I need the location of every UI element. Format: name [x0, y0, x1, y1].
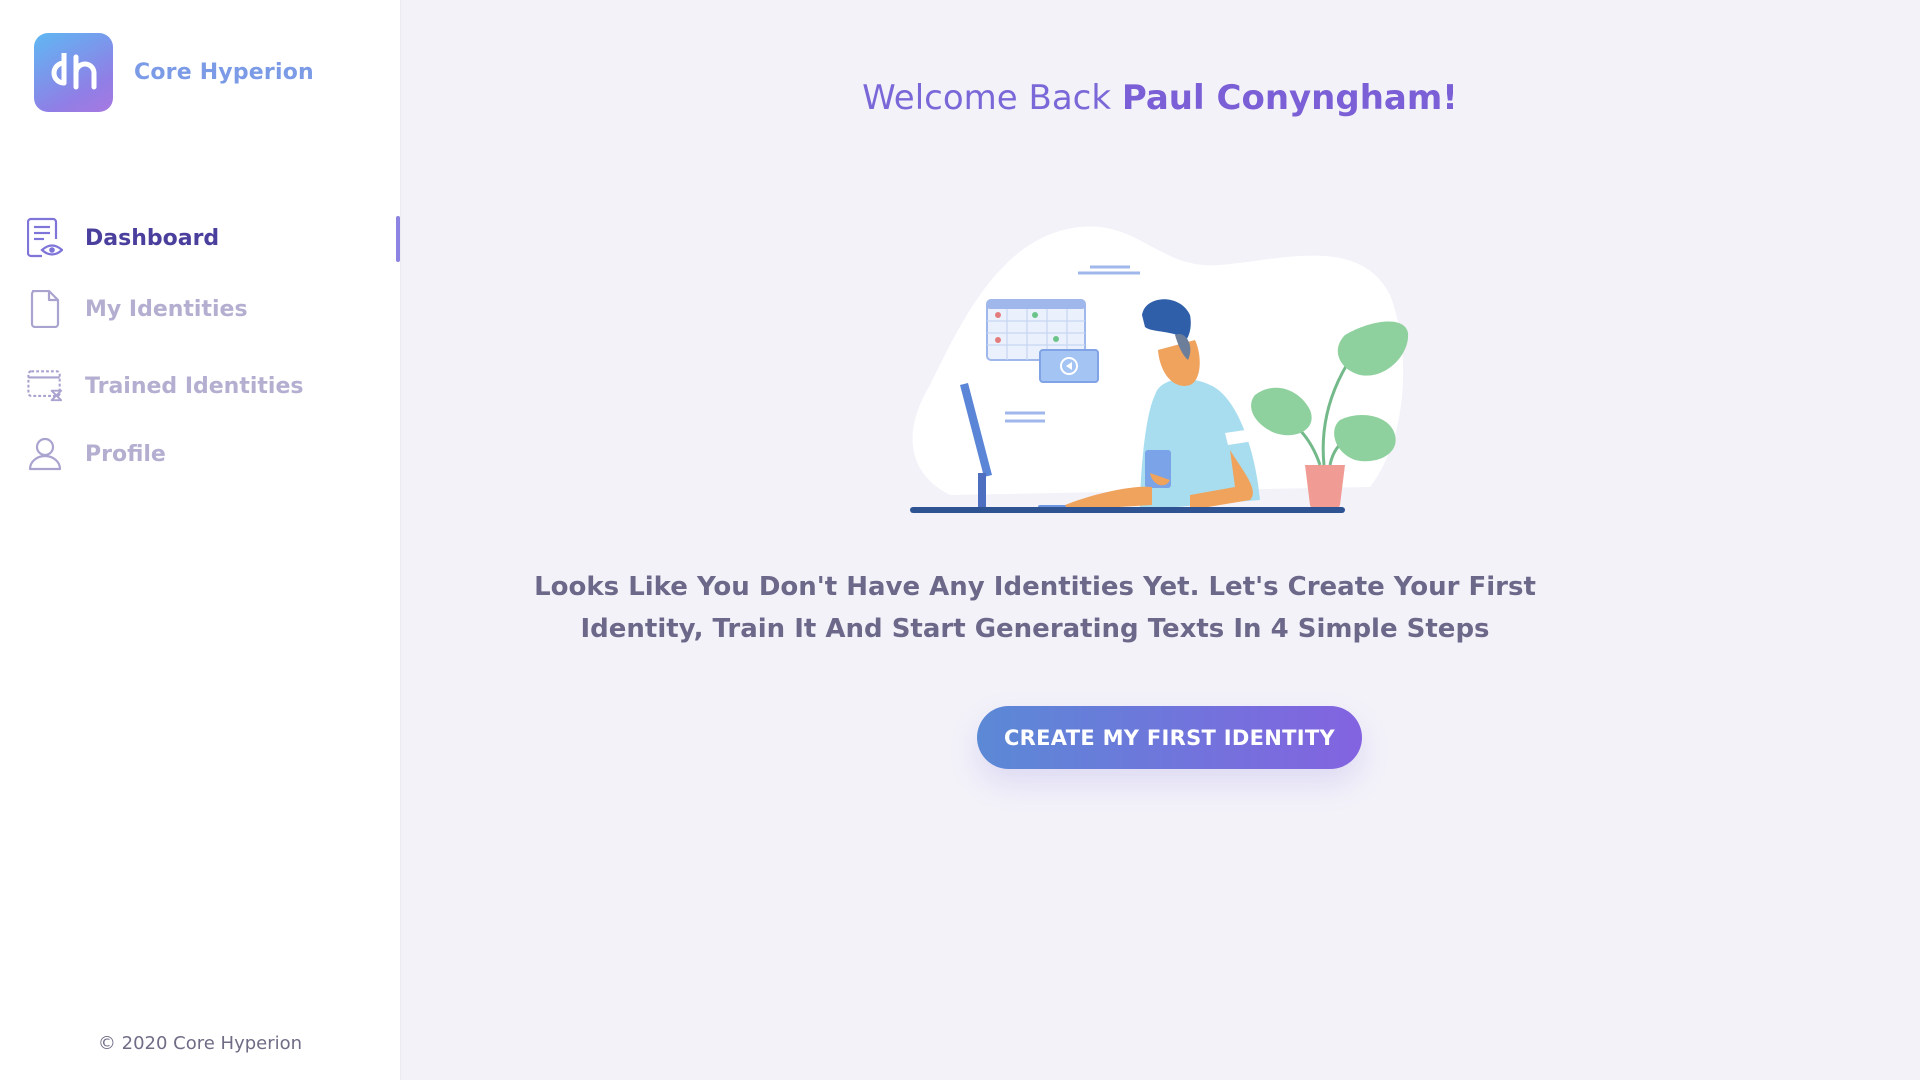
app-logo	[34, 33, 113, 112]
sidebar-item-label: My Identities	[85, 296, 248, 322]
training-window-icon	[27, 365, 63, 407]
sidebar-item-profile[interactable]: Profile	[0, 430, 400, 478]
dashboard-document-eye-icon	[27, 217, 63, 259]
user-name: Paul Conyngham!	[1121, 78, 1458, 118]
empty-state-message: Looks Like You Don't Have Any Identities…	[534, 572, 1536, 644]
sidebar-item-my-identities[interactable]: My Identities	[0, 285, 400, 333]
create-first-identity-button[interactable]: CREATE MY FIRST IDENTITY	[977, 706, 1362, 769]
sidebar-item-label: Trained Identities	[85, 373, 304, 399]
welcome-heading: Welcome Back Paul Conyngham!	[400, 78, 1920, 118]
copyright-text: © 2020 Core Hyperion	[97, 1033, 303, 1054]
brand[interactable]: Core Hyperion	[34, 33, 314, 112]
sidebar-item-label: Profile	[85, 441, 166, 467]
file-icon	[27, 288, 63, 330]
main-content: Welcome Back Paul Conyngham! Looks Like …	[400, 0, 1920, 1080]
logo-dh-icon	[51, 52, 96, 89]
sidebar-item-trained-identities[interactable]: Trained Identities	[0, 362, 400, 410]
app-root: Core Hyperion Dashboard My Identities Tr…	[0, 0, 1920, 1080]
app-name: Core Hyperion	[134, 60, 314, 85]
user-icon	[27, 433, 63, 475]
empty-state-illustration	[890, 215, 1430, 525]
welcome-prefix: Welcome Back	[862, 78, 1112, 118]
sidebar-item-dashboard[interactable]: Dashboard	[0, 214, 400, 262]
sidebar: Core Hyperion Dashboard My Identities Tr…	[0, 0, 401, 1080]
sidebar-item-label: Dashboard	[85, 225, 220, 251]
